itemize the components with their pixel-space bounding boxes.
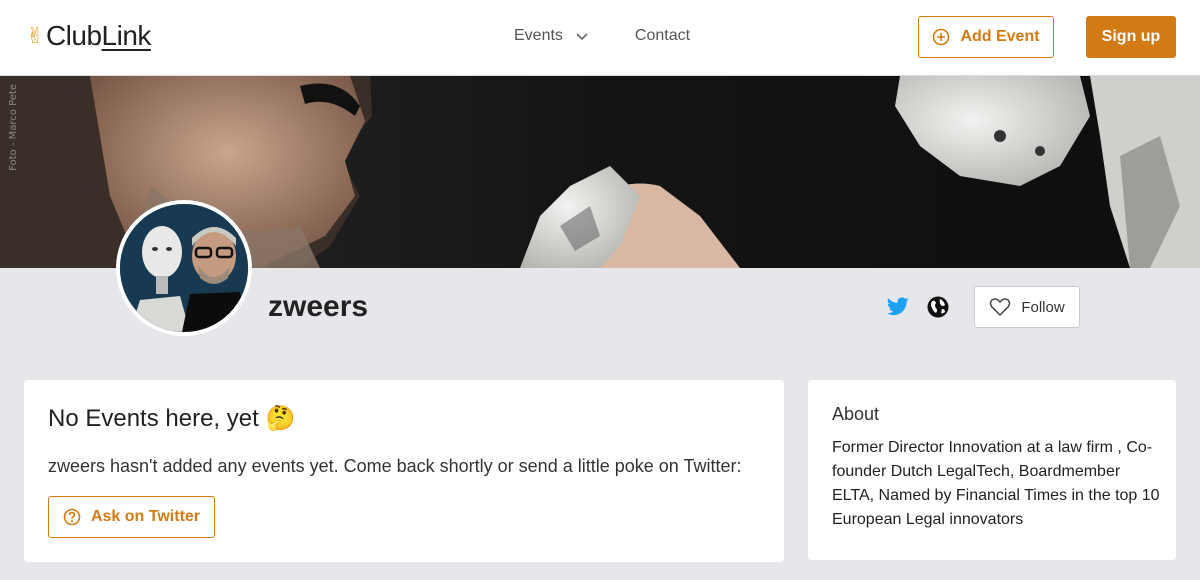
about-title: About	[832, 404, 880, 424]
follow-button[interactable]: Follow	[974, 286, 1080, 328]
follow-label: Follow	[1021, 298, 1065, 316]
plus-circle-icon	[933, 28, 950, 46]
victory-hand-icon: ✌	[26, 23, 44, 48]
twitter-icon[interactable]	[886, 295, 910, 319]
logo-text-club: Club	[45, 20, 102, 51]
add-event-label: Add Event	[960, 28, 1040, 45]
profile-avatar	[116, 200, 252, 336]
events-empty-message: zweers hasn't added any events yet. Come…	[48, 456, 742, 476]
sign-up-button[interactable]: Sign up	[1086, 16, 1176, 58]
about-card: About Former Director Innovation at a la…	[808, 380, 1176, 560]
nav-contact-link[interactable]: Contact	[635, 27, 690, 45]
logo-text-link: Link	[101, 20, 152, 51]
profile-username: zweers	[268, 290, 369, 323]
photo-credit: Foto - Marco Pete	[8, 84, 19, 171]
nav-contact-label: Contact	[634, 27, 691, 44]
globe-icon[interactable]	[926, 295, 950, 319]
add-event-button[interactable]: Add Event	[918, 16, 1054, 58]
top-navbar: ✌ Club Link Events Contact Add Event Sign…	[0, 0, 1200, 76]
events-empty-title: No Events here, yet 🤔	[48, 405, 296, 432]
events-card: No Events here, yet 🤔 zweers hasn't adde…	[24, 380, 784, 562]
about-text: Former Director Innovation at a law firm…	[832, 439, 1160, 528]
chevron-down-icon	[576, 33, 588, 41]
avatar-image	[120, 204, 248, 332]
main-nav: Events Contact	[514, 27, 690, 45]
ask-on-twitter-button[interactable]: Ask on Twitter	[48, 496, 215, 538]
nav-events-label: Events	[514, 27, 563, 44]
heart-icon	[990, 298, 1011, 317]
question-circle-icon	[63, 508, 81, 526]
ask-on-twitter-label: Ask on Twitter	[90, 508, 201, 525]
nav-events-dropdown[interactable]: Events	[514, 27, 589, 45]
clublink-logo[interactable]: ✌ Club Link	[26, 20, 151, 52]
